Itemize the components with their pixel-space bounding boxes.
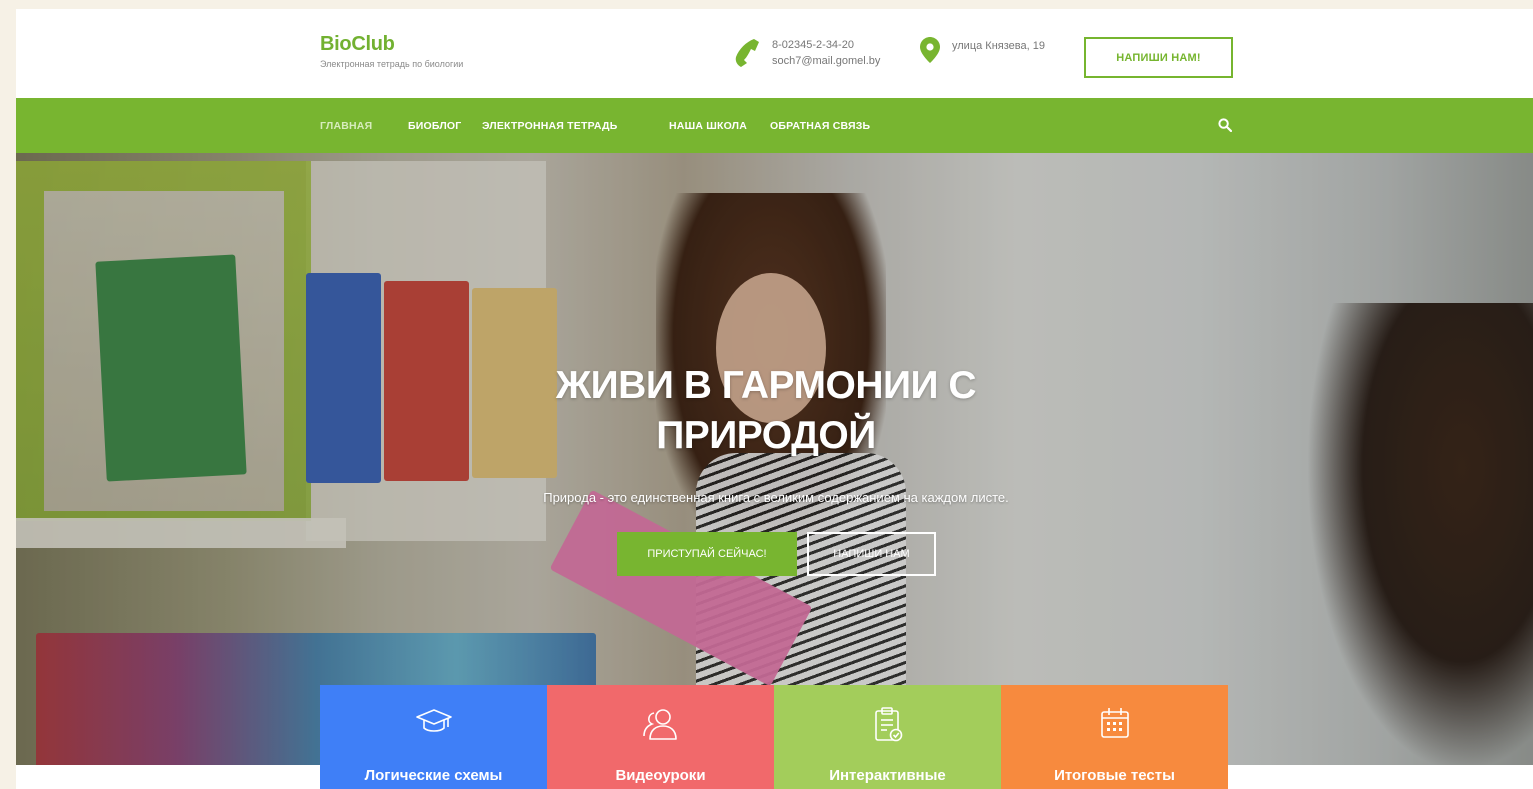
write-us-hero-button[interactable]: НАПИШИ НАМ [807, 532, 936, 576]
brand[interactable]: BioClub Электронная тетрадь по биологии [320, 33, 463, 69]
phone-icon [735, 39, 759, 67]
email-address[interactable]: soch7@mail.gomel.by [772, 53, 880, 69]
feature-interactive[interactable]: Интерактивные [774, 685, 1001, 789]
feature-logic-schemes[interactable]: Логические схемы [320, 685, 547, 789]
search-icon[interactable] [1218, 118, 1232, 132]
feature-final-tests[interactable]: Итоговые тесты [1001, 685, 1228, 789]
calendar-icon [1100, 708, 1129, 738]
hero-subtitle: Природа - это единственная книга с велик… [543, 490, 1009, 505]
contact-address: улица Князева, 19 [920, 37, 1045, 63]
address-text: улица Князева, 19 [952, 40, 1045, 52]
hero-title-line2: ПРИРОДОЙ [656, 414, 876, 457]
graduation-cap-icon [415, 709, 452, 732]
brand-title[interactable]: BioClub [320, 33, 463, 56]
feature-label: Итоговые тесты [1054, 767, 1175, 784]
contact-phone: 8-02345-2-34-20 soch7@mail.gomel.by [734, 37, 880, 69]
write-us-button[interactable]: НАПИШИ НАМ! [1084, 37, 1233, 78]
brand-subtitle: Электронная тетрадь по биологии [320, 59, 464, 69]
nav-item-feedback[interactable]: ОБРАТНАЯ СВЯЗЬ [770, 98, 870, 153]
page-frame: BioClub Электронная тетрадь по биологии … [16, 9, 1533, 789]
main-nav: ГЛАВНАЯ БИОБЛОГ ЭЛЕКТРОННАЯ ТЕТРАДЬ НАША… [16, 98, 1533, 153]
nav-item-e-notebook[interactable]: ЭЛЕКТРОННАЯ ТЕТРАДЬ [482, 98, 617, 153]
feature-label: Видеоуроки [615, 767, 706, 784]
feature-video-lessons[interactable]: Видеоуроки [547, 685, 774, 789]
nav-item-home[interactable]: ГЛАВНАЯ [320, 98, 372, 153]
hero-title-line1: ЖИВИ В ГАРМОНИИ С [555, 364, 977, 407]
nav-item-our-school[interactable]: НАША ШКОЛА [669, 98, 747, 153]
phone-number[interactable]: 8-02345-2-34-20 [772, 37, 880, 53]
map-pin-icon [920, 37, 940, 63]
feature-label: Интерактивные [829, 767, 946, 784]
nav-item-bioblog[interactable]: БИОБЛОГ [408, 98, 461, 153]
start-now-button[interactable]: ПРИСТУПАЙ СЕЙЧАС! [617, 532, 797, 576]
hero-banner: ЖИВИ В ГАРМОНИИ С ПРИРОДОЙ Природа - это… [16, 153, 1533, 765]
feature-label: Логические схемы [364, 767, 503, 784]
users-icon [642, 709, 677, 740]
site-header: BioClub Электронная тетрадь по биологии … [16, 9, 1533, 98]
clipboard-check-icon [874, 707, 902, 742]
hero-title: ЖИВИ В ГАРМОНИИ С ПРИРОДОЙ [466, 361, 1066, 461]
